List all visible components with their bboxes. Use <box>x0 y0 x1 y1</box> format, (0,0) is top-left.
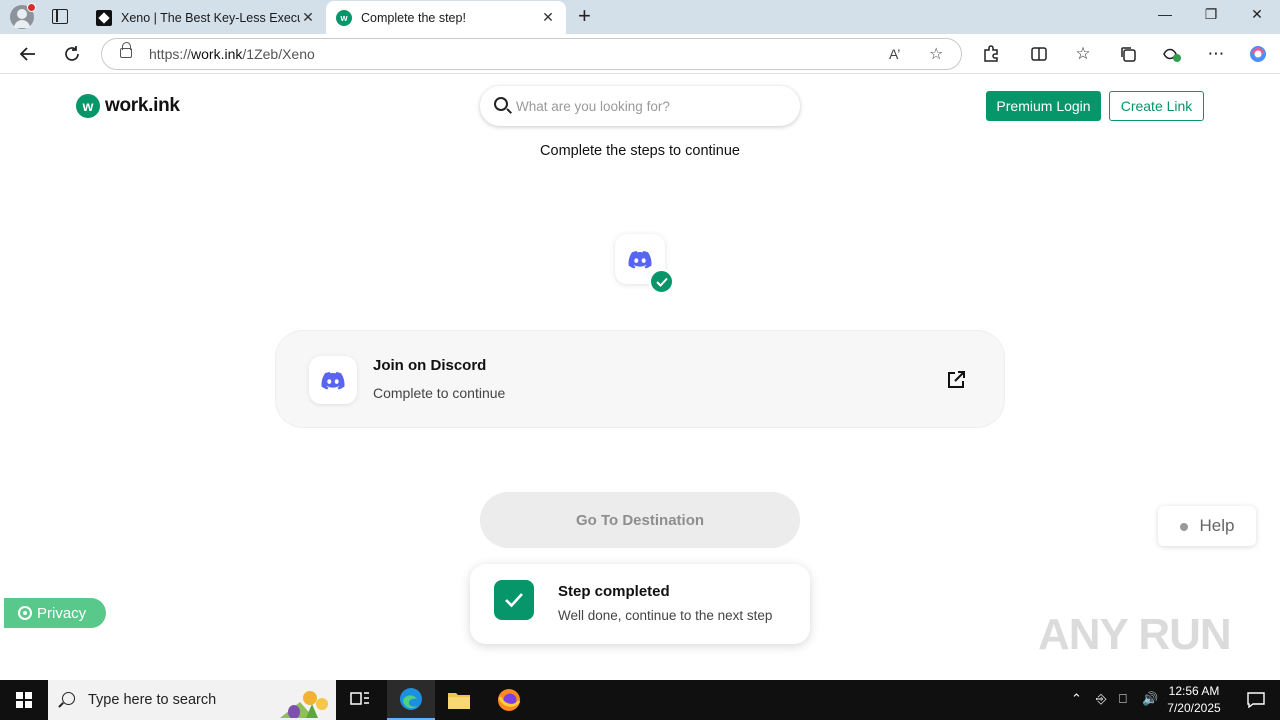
page-subtitle: Complete the steps to continue <box>540 143 740 159</box>
system-clock[interactable]: 12:56 AM 7/20/2025 <box>1158 683 1230 717</box>
favorite-star-icon[interactable]: ☆ <box>929 44 943 64</box>
step-title: Join on Discord <box>373 357 487 374</box>
privacy-label: Privacy <box>37 604 87 622</box>
clock-date: 7/20/2025 <box>1167 701 1221 715</box>
new-tab-icon[interactable]: + <box>578 5 591 27</box>
browser-tab-bar: Xeno | The Best Key-Less Executor ✕ w Co… <box>0 0 1280 34</box>
check-icon <box>494 580 534 620</box>
close-tab-icon[interactable]: ✕ <box>300 9 316 26</box>
url-text: https://work.ink/1Zeb/Xeno <box>149 46 315 62</box>
task-view-icon[interactable] <box>336 680 384 720</box>
collections-icon[interactable] <box>1116 42 1140 66</box>
edge-taskbar-icon[interactable] <box>387 680 435 720</box>
search-icon <box>494 97 508 111</box>
help-label: Help <box>1199 516 1235 535</box>
step-completed-toast: Step completed Well done, continue to th… <box>470 564 810 644</box>
step-subtitle: Complete to continue <box>373 385 506 401</box>
read-aloud-icon[interactable]: A’ <box>889 46 900 62</box>
browser-toolbar: https://work.ink/1Zeb/Xeno A’ ☆ ☆ ⋯ <box>0 34 1280 74</box>
external-link-icon[interactable] <box>946 370 966 390</box>
xeno-favicon-icon <box>96 9 112 26</box>
help-button[interactable]: Help <box>1158 506 1256 546</box>
file-explorer-icon[interactable] <box>435 680 483 720</box>
lock-icon[interactable] <box>120 42 132 58</box>
tab-title: Xeno | The Best Key-Less Executor <box>121 10 300 25</box>
split-screen-icon[interactable] <box>1027 42 1051 66</box>
go-to-destination-button[interactable]: Go To Destination <box>480 492 800 548</box>
step-icon-wrap <box>309 356 357 404</box>
tab-actions-icon[interactable] <box>52 9 68 24</box>
premium-login-button[interactable]: Premium Login <box>986 91 1101 121</box>
logo-text: work.ink <box>105 95 180 116</box>
workink-favicon-icon: w <box>336 9 352 26</box>
browser-tab-xeno[interactable]: Xeno | The Best Key-Less Executor ✕ <box>86 1 326 34</box>
refresh-icon[interactable] <box>60 42 84 66</box>
close-tab-icon[interactable]: ✕ <box>540 9 556 26</box>
browser-essentials-icon[interactable] <box>1160 42 1184 66</box>
minimize-icon[interactable]: — <box>1150 6 1180 22</box>
show-hidden-icons-icon[interactable]: ⌃ <box>1071 691 1082 707</box>
discord-icon <box>628 251 652 269</box>
more-options-icon[interactable]: ⋯ <box>1204 42 1228 66</box>
privacy-button[interactable]: Privacy <box>4 598 106 628</box>
search-icon <box>62 692 75 705</box>
discord-icon <box>321 372 345 390</box>
volume-icon[interactable]: 🔊 <box>1142 691 1158 707</box>
toast-title: Step completed <box>558 583 670 600</box>
workink-logo-icon: w <box>76 94 100 118</box>
site-search <box>480 86 800 126</box>
tab-title: Complete the step! <box>361 10 466 25</box>
anyrun-watermark: ANY RUN <box>1038 610 1232 659</box>
taskbar-search[interactable]: Type here to search <box>48 680 336 720</box>
start-button[interactable] <box>0 680 48 720</box>
create-link-button[interactable]: Create Link <box>1109 91 1204 121</box>
firefox-icon[interactable] <box>485 680 533 720</box>
search-highlight-flowers-icon <box>280 691 328 718</box>
toast-message: Well done, continue to the next step <box>558 608 773 623</box>
copilot-icon[interactable] <box>1246 42 1270 66</box>
network-icon[interactable]: ⎕ <box>1119 691 1127 707</box>
address-bar[interactable]: https://work.ink/1Zeb/Xeno A’ ☆ <box>101 38 962 70</box>
clock-time: 12:56 AM <box>1168 684 1220 698</box>
help-status-dot-icon <box>1179 522 1188 531</box>
taskbar-search-placeholder: Type here to search <box>88 692 217 708</box>
page-content: w work.ink Premium Login Create Link Com… <box>4 74 1276 676</box>
back-icon[interactable] <box>16 42 40 66</box>
notifications-icon[interactable] <box>1232 680 1280 720</box>
windows-logo-icon <box>16 692 32 708</box>
restore-icon[interactable]: ❐ <box>1196 6 1226 23</box>
profile-avatar-icon[interactable] <box>10 3 36 29</box>
windows-taskbar: Type here to search ⌃ ⎆ ⎕ 🔊 12:56 AM 7/2… <box>0 680 1280 720</box>
site-logo[interactable]: w work.ink <box>76 94 180 118</box>
gear-icon <box>18 605 32 620</box>
browser-tab-active[interactable]: w Complete the step! ✕ <box>326 1 566 34</box>
step-card-discord[interactable]: Join on Discord Complete to continue <box>275 330 1005 428</box>
favorites-icon[interactable]: ☆ <box>1071 42 1095 66</box>
extensions-icon[interactable] <box>979 42 1003 66</box>
search-input[interactable] <box>516 96 786 116</box>
close-window-icon[interactable]: ✕ <box>1242 6 1272 23</box>
usb-device-icon[interactable]: ⎆ <box>1096 691 1106 707</box>
check-circle-icon <box>649 269 674 294</box>
